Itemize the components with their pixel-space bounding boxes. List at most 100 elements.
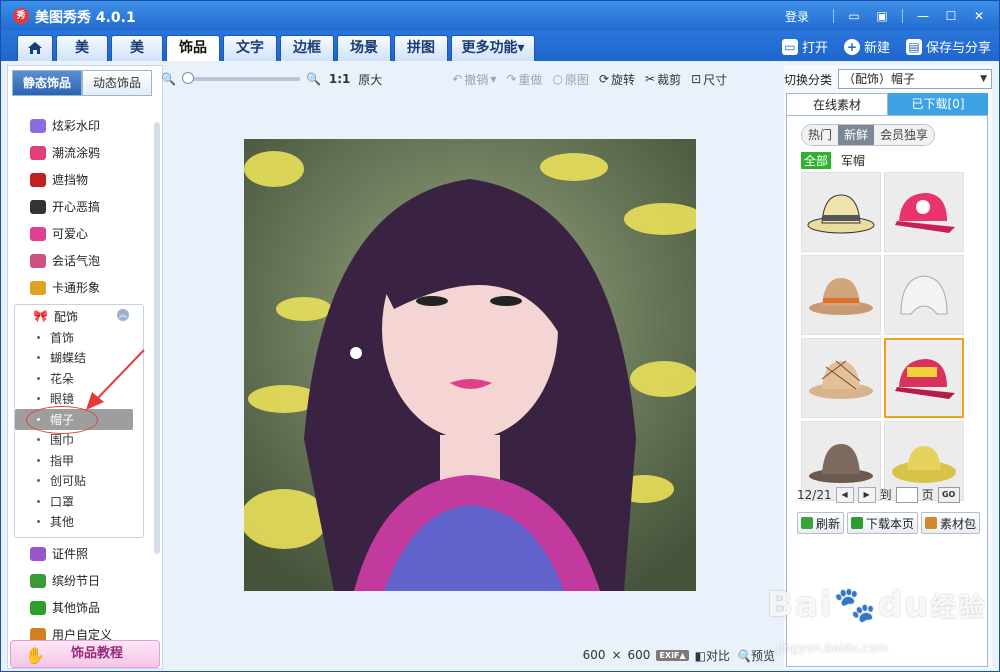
compare-label: 对比	[706, 648, 731, 663]
tab-animated-accessories[interactable]: 动态饰品	[82, 70, 152, 96]
open-button[interactable]: ▭ 打开	[781, 37, 828, 56]
group-item-label: 首饰	[50, 330, 75, 345]
tab-collage[interactable]: 拼图	[394, 35, 448, 61]
sidebar-item[interactable]: 会话气泡	[16, 247, 146, 274]
sidebar-item-label: 其他饰品	[52, 601, 101, 615]
login-link[interactable]: 登录	[785, 8, 809, 25]
hat-thumbnail[interactable]	[884, 255, 964, 335]
hat-thumbnail-selected[interactable]	[884, 338, 964, 418]
tab-scene[interactable]: 场景	[337, 35, 391, 61]
image-toolbar: 🔍 🔍 1:1 原大 ↶ 撤销 ▾ ↷ 重做 ○ 原图 ⟳ 旋转 ✂ 裁剪 ⊡ 尺寸	[161, 67, 775, 91]
hat-thumbnail[interactable]	[801, 338, 881, 418]
tab-static-accessories[interactable]: 静态饰品	[12, 70, 82, 96]
tutorial-label: 饰品教程	[71, 646, 124, 661]
tab-downloaded[interactable]: 已下载[0]	[888, 93, 988, 115]
refresh-button[interactable]: 刷新	[797, 512, 845, 534]
sidebar-item[interactable]: 缤纷节日	[16, 567, 146, 594]
sidebar-item[interactable]: 潮流涂鸦	[16, 139, 146, 166]
sidebar-item-label: 可爱心	[52, 227, 89, 241]
divider	[902, 9, 903, 23]
preview-icon: 🔍	[736, 648, 751, 663]
prev-page-icon[interactable]: ◀	[835, 486, 854, 503]
tab-more[interactable]: 更多功能▾	[451, 35, 535, 61]
undo-button[interactable]: ↶ 撤销 ▾	[452, 71, 496, 88]
next-page-icon[interactable]: ▶	[857, 486, 876, 503]
hat-thumbnail[interactable]	[801, 255, 881, 335]
bullet-icon	[37, 335, 40, 339]
collapse-icon[interactable]: ︽	[117, 309, 129, 321]
tutorial-button[interactable]: ✋ 饰品教程	[10, 640, 160, 668]
minimize-icon[interactable]: —	[909, 6, 937, 26]
sidebar-item[interactable]: 卡通形象	[16, 274, 146, 301]
pill-new[interactable]: 新鲜	[838, 125, 875, 145]
crop-button[interactable]: ✂ 裁剪	[645, 71, 681, 88]
plaid-hat-icon	[809, 360, 873, 399]
watermark-brand2: du	[877, 585, 931, 625]
group-item[interactable]: 其他	[15, 512, 143, 533]
switch-category-label: 切换分类	[784, 72, 833, 87]
pill-vip[interactable]: 会员独享	[874, 125, 935, 145]
sidebar-item[interactable]: 炫彩水印	[16, 112, 146, 139]
zoom-slider[interactable]	[181, 72, 300, 84]
exif-button[interactable]: EXIF▲	[656, 649, 689, 661]
resize-button[interactable]: ⊡ 尺寸	[691, 71, 727, 88]
id-photo-icon	[30, 546, 46, 561]
bow-icon: 🎀	[33, 309, 48, 323]
compare-button[interactable]: ◧对比	[695, 647, 730, 664]
group-item[interactable]: 创可贴	[15, 471, 143, 492]
tab-online-materials[interactable]: 在线素材	[786, 93, 888, 115]
pill-popular[interactable]: 热门	[802, 125, 839, 145]
sidebar-item-label: 卡通形象	[52, 281, 101, 295]
material-pack-button[interactable]: 素材包	[921, 512, 981, 534]
sidebar-scrollbar[interactable]	[154, 122, 160, 554]
sidebar-item[interactable]: 证件照	[16, 540, 146, 567]
page-input[interactable]	[895, 486, 918, 503]
reset-button[interactable]: ○ 原图	[552, 71, 589, 88]
maximize-icon[interactable]: ☐	[937, 6, 965, 26]
tab-border[interactable]: 边框	[280, 35, 334, 61]
fedora-hat-icon	[809, 278, 873, 315]
category-select[interactable]: （配饰）帽子	[838, 69, 992, 89]
sidebar-item[interactable]: 可爱心	[16, 220, 146, 247]
group-header[interactable]: 🎀 配饰 ︽	[15, 305, 143, 327]
filter-all[interactable]: 全部	[801, 152, 832, 169]
watermark-brand3: 经验	[930, 593, 987, 623]
filter-military-hat[interactable]: 军帽	[841, 152, 865, 169]
group-item[interactable]: 口罩	[15, 491, 143, 512]
save-share-button[interactable]: ▤ 保存与分享	[905, 37, 991, 56]
tab-beautify[interactable]: 美化	[56, 35, 108, 80]
group-item[interactable]: 围巾	[15, 430, 143, 451]
rotate-button[interactable]: ⟳ 旋转	[599, 71, 635, 88]
download-page-label: 下载本页	[866, 516, 915, 531]
tab-home[interactable]	[17, 35, 53, 61]
arale-cap-icon	[895, 359, 955, 399]
group-item-label: 花朵	[50, 371, 75, 386]
tab-beauty[interactable]: 美容	[111, 35, 163, 80]
hat-thumbnail[interactable]	[884, 172, 964, 252]
sidebar-item[interactable]: 遮挡物	[16, 166, 146, 193]
lips-icon	[30, 145, 46, 160]
hat-thumbnail[interactable]	[801, 172, 881, 252]
tab-accessories[interactable]: 饰品	[166, 35, 220, 62]
image-width: 600	[582, 648, 606, 662]
actual-size-button[interactable]: 1:1 原大	[329, 71, 382, 88]
download-page-button[interactable]: 下载本页	[847, 512, 919, 534]
skin-icon[interactable]: ▣	[868, 6, 896, 26]
slider-knob[interactable]	[181, 72, 194, 84]
redo-button[interactable]: ↷ 重做	[506, 71, 542, 88]
bullet-icon	[37, 479, 40, 483]
redo-icon: ↷	[506, 72, 517, 86]
close-icon[interactable]: ✕	[965, 6, 993, 26]
zoom-in-icon[interactable]: 🔍	[306, 72, 321, 86]
go-button[interactable]: GO	[937, 486, 960, 503]
compare-icon: ◧	[694, 648, 707, 663]
new-button[interactable]: + 新建	[843, 37, 890, 56]
main-nav: 美化 美容 饰品 文字 边框 场景 拼图 更多功能▾ ▭打开 +新建 ▤保存与分…	[1, 31, 999, 80]
group-item[interactable]: 指甲	[15, 450, 143, 471]
photo-canvas[interactable]	[244, 139, 696, 591]
tab-text[interactable]: 文字	[223, 35, 277, 61]
feedback-icon[interactable]: ▭	[840, 6, 868, 26]
sidebar-item[interactable]: 其他饰品	[16, 594, 146, 621]
zoom-out-icon[interactable]: 🔍	[161, 72, 176, 86]
sidebar-item[interactable]: 开心恶搞	[16, 193, 146, 220]
